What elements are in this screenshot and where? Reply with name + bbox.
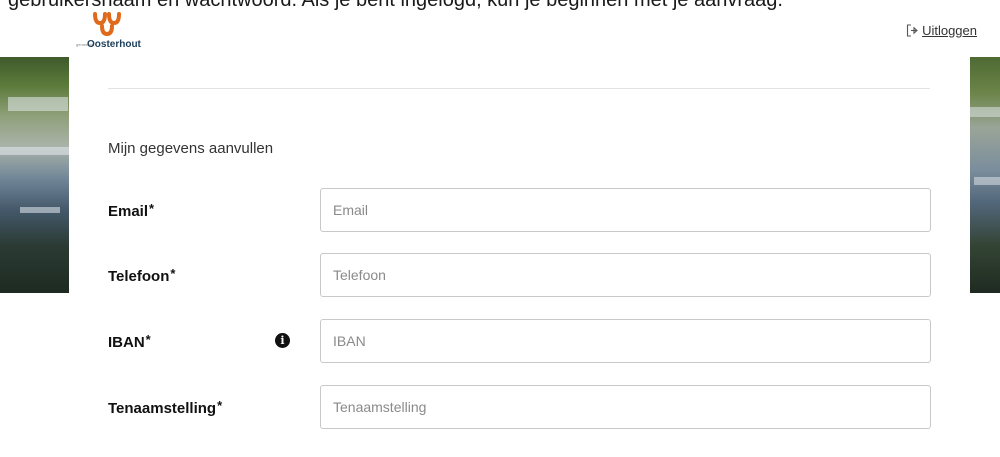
required-asterisk: *	[217, 398, 223, 413]
logo-name: Oosterhout	[87, 39, 141, 50]
form-row-iban: IBAN* i	[69, 319, 970, 363]
tenaamstelling-field[interactable]	[320, 385, 931, 429]
form-card: Mijn gegevens aanvullen Email* Telefoon*…	[69, 57, 970, 457]
tenaamstelling-label: Tenaamstelling*	[108, 398, 223, 417]
telefoon-label: Telefoon*	[108, 266, 176, 285]
email-label: Email*	[108, 201, 155, 220]
required-asterisk: *	[149, 201, 155, 216]
shield-arcs-icon	[93, 12, 121, 36]
email-field[interactable]	[320, 188, 931, 232]
iban-field[interactable]	[320, 319, 931, 363]
form-row-tenaamstelling: Tenaamstelling*	[69, 385, 970, 429]
required-asterisk: *	[170, 266, 176, 281]
background-photo-right	[970, 57, 1000, 293]
logout-label: Uitloggen	[922, 23, 977, 38]
iban-label: IBAN*	[108, 332, 151, 351]
logout-link[interactable]: Uitloggen	[906, 23, 977, 38]
divider	[108, 88, 930, 89]
info-icon[interactable]: i	[275, 333, 290, 348]
background-photo-left	[0, 57, 69, 293]
logout-icon	[907, 24, 918, 37]
telefoon-field[interactable]	[320, 253, 931, 297]
section-title: Mijn gegevens aanvullen	[108, 140, 274, 157]
required-asterisk: *	[145, 332, 151, 347]
municipality-logo[interactable]: gemeente Oosterhout	[76, 12, 186, 52]
form-row-email: Email*	[69, 188, 970, 232]
form-row-telefoon: Telefoon*	[69, 253, 970, 297]
